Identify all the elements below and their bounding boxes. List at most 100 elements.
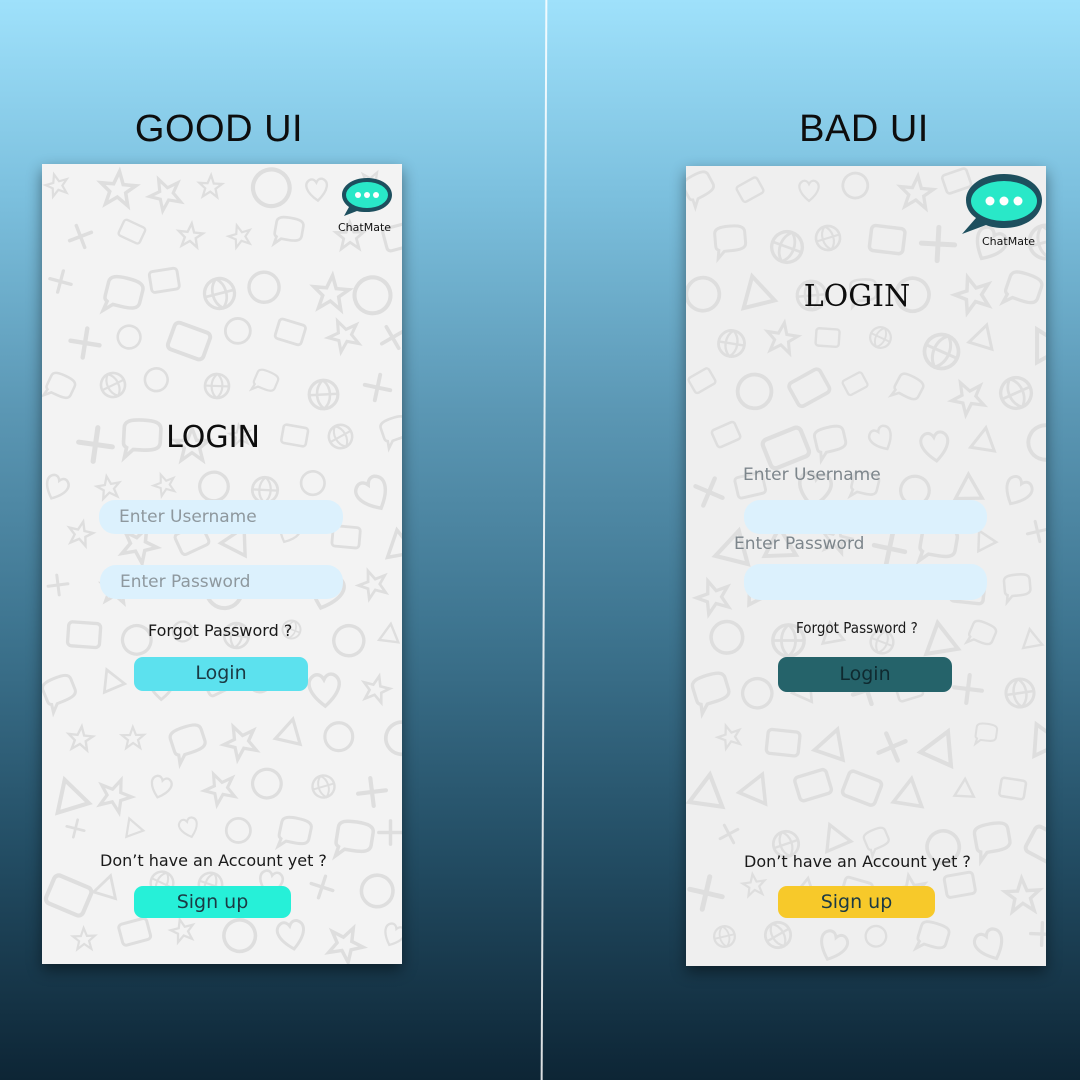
app-name-label: ChatMate bbox=[338, 221, 392, 234]
doodle-icon bbox=[224, 816, 252, 844]
doodle-icon bbox=[820, 929, 850, 961]
doodle-icon bbox=[307, 378, 340, 411]
forgot-password-link[interactable]: Forgot Password ? bbox=[796, 619, 918, 637]
doodle-icon bbox=[118, 723, 147, 751]
doodle-icon bbox=[356, 776, 388, 808]
doodle-icon bbox=[764, 727, 802, 758]
bad-ui-phone-screen: ChatMate LOGIN Enter Username Enter Pass… bbox=[686, 166, 1046, 966]
doodle-icon bbox=[1021, 626, 1045, 650]
username-label: Enter Username bbox=[743, 465, 881, 485]
doodle-icon bbox=[919, 430, 950, 463]
doodle-icon bbox=[91, 872, 118, 901]
doodle-icon bbox=[687, 874, 725, 912]
doodle-icon bbox=[177, 816, 198, 839]
doodle-icon bbox=[912, 920, 951, 952]
signup-prompt: Don’t have an Account yet ? bbox=[744, 852, 971, 871]
forgot-password-link[interactable]: Forgot Password ? bbox=[148, 621, 292, 640]
doodle-icon bbox=[713, 925, 736, 948]
doodle-icon bbox=[143, 367, 169, 393]
username-input[interactable] bbox=[744, 500, 987, 534]
app-name-label: ChatMate bbox=[982, 235, 1036, 248]
doodle-icon bbox=[787, 367, 832, 409]
doodle-icon bbox=[247, 270, 281, 304]
doodle-icon bbox=[69, 924, 98, 952]
doodle-icon bbox=[383, 720, 402, 757]
doodle-icon bbox=[686, 170, 715, 212]
doodle-icon bbox=[710, 420, 742, 449]
doodle-icon bbox=[42, 171, 70, 200]
doodle-icon bbox=[309, 874, 335, 900]
doodle-icon bbox=[867, 424, 892, 451]
doodle-icon bbox=[360, 672, 394, 707]
good-ui-phone-screen: ChatMate LOGIN Enter Username Enter Pass… bbox=[42, 164, 402, 964]
doodle-icon bbox=[798, 179, 820, 203]
doodle-icon bbox=[299, 470, 326, 497]
doodle-icon bbox=[96, 166, 141, 211]
doodle-icon bbox=[68, 326, 102, 360]
doodle-icon bbox=[967, 424, 997, 453]
signup-button[interactable]: Sign up bbox=[778, 886, 935, 918]
doodle-icon bbox=[1004, 677, 1036, 709]
doodle-icon bbox=[223, 317, 252, 345]
doodle-icon bbox=[175, 220, 207, 251]
chatmate-logo-icon bbox=[960, 172, 1044, 236]
doodle-icon bbox=[942, 870, 977, 899]
doodle-icon bbox=[46, 573, 70, 597]
password-placeholder: Enter Password bbox=[120, 572, 251, 592]
doodle-icon bbox=[117, 218, 147, 245]
doodle-icon bbox=[890, 775, 925, 809]
doodle-icon bbox=[218, 722, 261, 765]
login-title: LOGIN bbox=[166, 420, 260, 455]
doodle-icon bbox=[359, 873, 395, 909]
doodle-icon bbox=[66, 518, 97, 550]
doodle-icon bbox=[867, 223, 907, 256]
doodle-icon bbox=[869, 326, 892, 349]
login-button[interactable]: Login bbox=[778, 657, 952, 692]
doodle-icon bbox=[323, 721, 355, 753]
password-input[interactable]: Enter Password bbox=[100, 565, 343, 599]
doodle-icon bbox=[377, 819, 402, 846]
doodle-icon bbox=[718, 823, 740, 845]
doodle-icon bbox=[144, 175, 185, 216]
password-input[interactable] bbox=[744, 564, 987, 600]
doodle-icon bbox=[42, 673, 77, 718]
username-input[interactable]: Enter Username bbox=[99, 500, 343, 534]
username-placeholder: Enter Username bbox=[119, 507, 257, 527]
doodle-icon bbox=[332, 623, 366, 658]
doodle-icon bbox=[150, 774, 173, 799]
doodle-icon bbox=[735, 771, 768, 807]
doodle-icon bbox=[952, 776, 976, 799]
doodle-icon bbox=[248, 368, 280, 392]
doodle-icon bbox=[150, 471, 177, 499]
doodle-icon bbox=[814, 327, 841, 349]
good-ui-heading: GOOD UI bbox=[134, 108, 304, 150]
doodle-icon bbox=[896, 171, 939, 213]
chatmate-logo-icon bbox=[340, 176, 394, 218]
doodle-icon bbox=[273, 317, 307, 347]
login-button[interactable]: Login bbox=[134, 657, 308, 691]
doodle-icon bbox=[1026, 423, 1046, 462]
doodle-icon bbox=[305, 177, 328, 203]
doodle-pattern-background bbox=[42, 164, 402, 964]
doodle-icon bbox=[147, 266, 181, 294]
doodle-icon bbox=[814, 224, 842, 252]
doodle-icon bbox=[693, 476, 725, 508]
signup-button[interactable]: Sign up bbox=[134, 886, 291, 918]
doodle-icon bbox=[1025, 519, 1046, 544]
signup-prompt: Don’t have an Account yet ? bbox=[100, 851, 327, 870]
doodle-icon bbox=[1028, 920, 1046, 948]
doodle-icon bbox=[876, 731, 908, 763]
doodle-icon bbox=[376, 621, 401, 644]
doodle-icon bbox=[168, 723, 207, 770]
doodle-icon bbox=[1023, 824, 1046, 868]
doodle-icon bbox=[199, 770, 239, 810]
center-divider bbox=[540, 0, 548, 1080]
doodle-icon bbox=[1032, 720, 1046, 759]
doodle-icon bbox=[275, 918, 305, 951]
doodle-icon bbox=[45, 473, 70, 500]
bad-ui-heading: BAD UI bbox=[799, 108, 929, 150]
doodle-icon bbox=[972, 927, 1004, 961]
doodle-icon bbox=[739, 871, 768, 899]
doodle-icon bbox=[42, 371, 77, 400]
login-title: LOGIN bbox=[803, 279, 911, 314]
